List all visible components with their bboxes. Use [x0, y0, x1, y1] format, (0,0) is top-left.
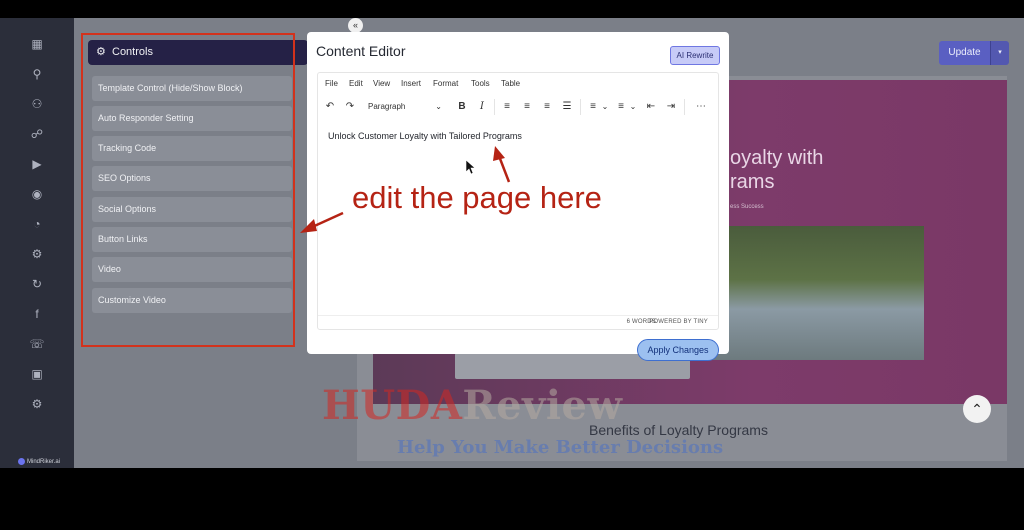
- refresh-icon[interactable]: ↻: [29, 276, 45, 292]
- update-dropdown-button[interactable]: ▾: [990, 41, 1009, 65]
- toolbar-divider: [580, 99, 581, 115]
- scroll-top-button[interactable]: ⌃: [963, 395, 991, 423]
- menu-edit[interactable]: Edit: [349, 79, 363, 88]
- hero-title: oyalty with rams: [730, 146, 930, 194]
- align-center-icon[interactable]: ≡: [520, 99, 534, 115]
- align-justify-icon[interactable]: ☰: [560, 99, 574, 115]
- chevron-down-icon: ⌄: [435, 102, 442, 111]
- block-format-select[interactable]: Paragraph ⌄: [362, 98, 448, 116]
- indent-icon[interactable]: ⇥: [664, 99, 678, 115]
- menu-format[interactable]: Format: [433, 79, 458, 88]
- powered-by-tiny[interactable]: POWERED BY TINY: [649, 319, 708, 325]
- numbered-list-icon[interactable]: ≡: [614, 99, 628, 115]
- watermark-part2: Review: [462, 382, 623, 429]
- bold-icon[interactable]: B: [455, 99, 469, 115]
- undo-icon[interactable]: ↶: [323, 99, 337, 115]
- redo-icon[interactable]: ↷: [343, 99, 357, 115]
- hero-title-line2: rams: [730, 171, 775, 193]
- users-icon[interactable]: ⚇: [29, 96, 45, 112]
- menu-view[interactable]: View: [373, 79, 390, 88]
- caret-down-icon: ▾: [998, 49, 1002, 56]
- double-chevron-left-icon: «: [352, 20, 358, 30]
- menu-insert[interactable]: Insert: [401, 79, 421, 88]
- editor-toolbar: ↶ ↷ Paragraph ⌄ B I ≡ ≡ ≡ ☰ ≡ ⌄ ≡ ⌄ ⇤ ⇥ ⋯: [318, 95, 718, 119]
- play-circle-icon[interactable]: ◉: [29, 186, 45, 202]
- settings-icon[interactable]: ⚙: [29, 246, 45, 262]
- block-format-value: Paragraph: [368, 102, 406, 111]
- headset-icon[interactable]: ☏: [29, 336, 45, 352]
- editor-menubar: File Edit View Insert Format Tools Table: [318, 73, 718, 95]
- ai-rewrite-button[interactable]: AI Rewrite: [670, 46, 720, 65]
- screenshot-stage: ▦ ⚲ ⚇ ☍ ▶ ◉ ◔ ⚙ ↻ f ☏ ▣ ⚙ MindRiker.ai ⚙…: [0, 0, 1024, 530]
- icon-sidebar: ▦ ⚲ ⚇ ☍ ▶ ◉ ◔ ⚙ ↻ f ☏ ▣ ⚙: [0, 18, 74, 468]
- editor-statusbar: 6 WORDS POWERED BY TINY: [318, 315, 718, 329]
- chevron-up-icon: ⌃: [971, 401, 983, 417]
- watermark-part1: HUDA: [322, 382, 463, 429]
- collapse-button[interactable]: «: [348, 18, 363, 33]
- menu-table[interactable]: Table: [501, 79, 520, 88]
- align-right-icon[interactable]: ≡: [540, 99, 554, 115]
- menu-file[interactable]: File: [325, 79, 338, 88]
- brand-dot-icon: [18, 458, 25, 465]
- italic-icon[interactable]: I: [475, 99, 489, 115]
- update-button[interactable]: Update: [939, 41, 990, 65]
- more-icon[interactable]: ⋯: [693, 99, 709, 115]
- hero-subtitle: ess Success: [730, 204, 764, 210]
- apply-changes-button[interactable]: Apply Changes: [637, 339, 719, 361]
- toolbar-divider: [494, 99, 495, 115]
- watermark-tagline: Help You Make Better Decisions: [397, 437, 724, 458]
- play-icon[interactable]: ▶: [29, 156, 45, 172]
- annotation-highlight-box: [81, 33, 295, 347]
- chevron-down-icon[interactable]: ⌄: [628, 99, 638, 115]
- chevron-down-icon[interactable]: ⌄: [600, 99, 610, 115]
- align-left-icon[interactable]: ≡: [500, 99, 514, 115]
- hero-title-line1: oyalty with: [730, 147, 824, 169]
- outdent-icon[interactable]: ⇤: [644, 99, 658, 115]
- watermark-title: HUDAReview: [322, 382, 622, 429]
- facebook-icon[interactable]: f: [29, 306, 45, 322]
- menu-tools[interactable]: Tools: [471, 79, 490, 88]
- toolbar-divider: [684, 99, 685, 115]
- search-icon[interactable]: ⚲: [29, 66, 45, 82]
- grid-icon[interactable]: ▦: [29, 36, 45, 52]
- gift-icon[interactable]: ▣: [29, 366, 45, 382]
- annotation-text: edit the page here: [352, 180, 602, 215]
- brand-logo: MindRiker.ai: [18, 458, 60, 465]
- brand-name: MindRiker.ai: [27, 459, 61, 466]
- modal-title: Content Editor: [316, 43, 406, 59]
- pie-chart-icon[interactable]: ◔: [29, 216, 45, 232]
- gear-icon[interactable]: ⚙: [29, 396, 45, 412]
- editor-content[interactable]: Unlock Customer Loyalty with Tailored Pr…: [328, 131, 522, 141]
- link-icon[interactable]: ☍: [29, 126, 45, 142]
- bullet-list-icon[interactable]: ≡: [586, 99, 600, 115]
